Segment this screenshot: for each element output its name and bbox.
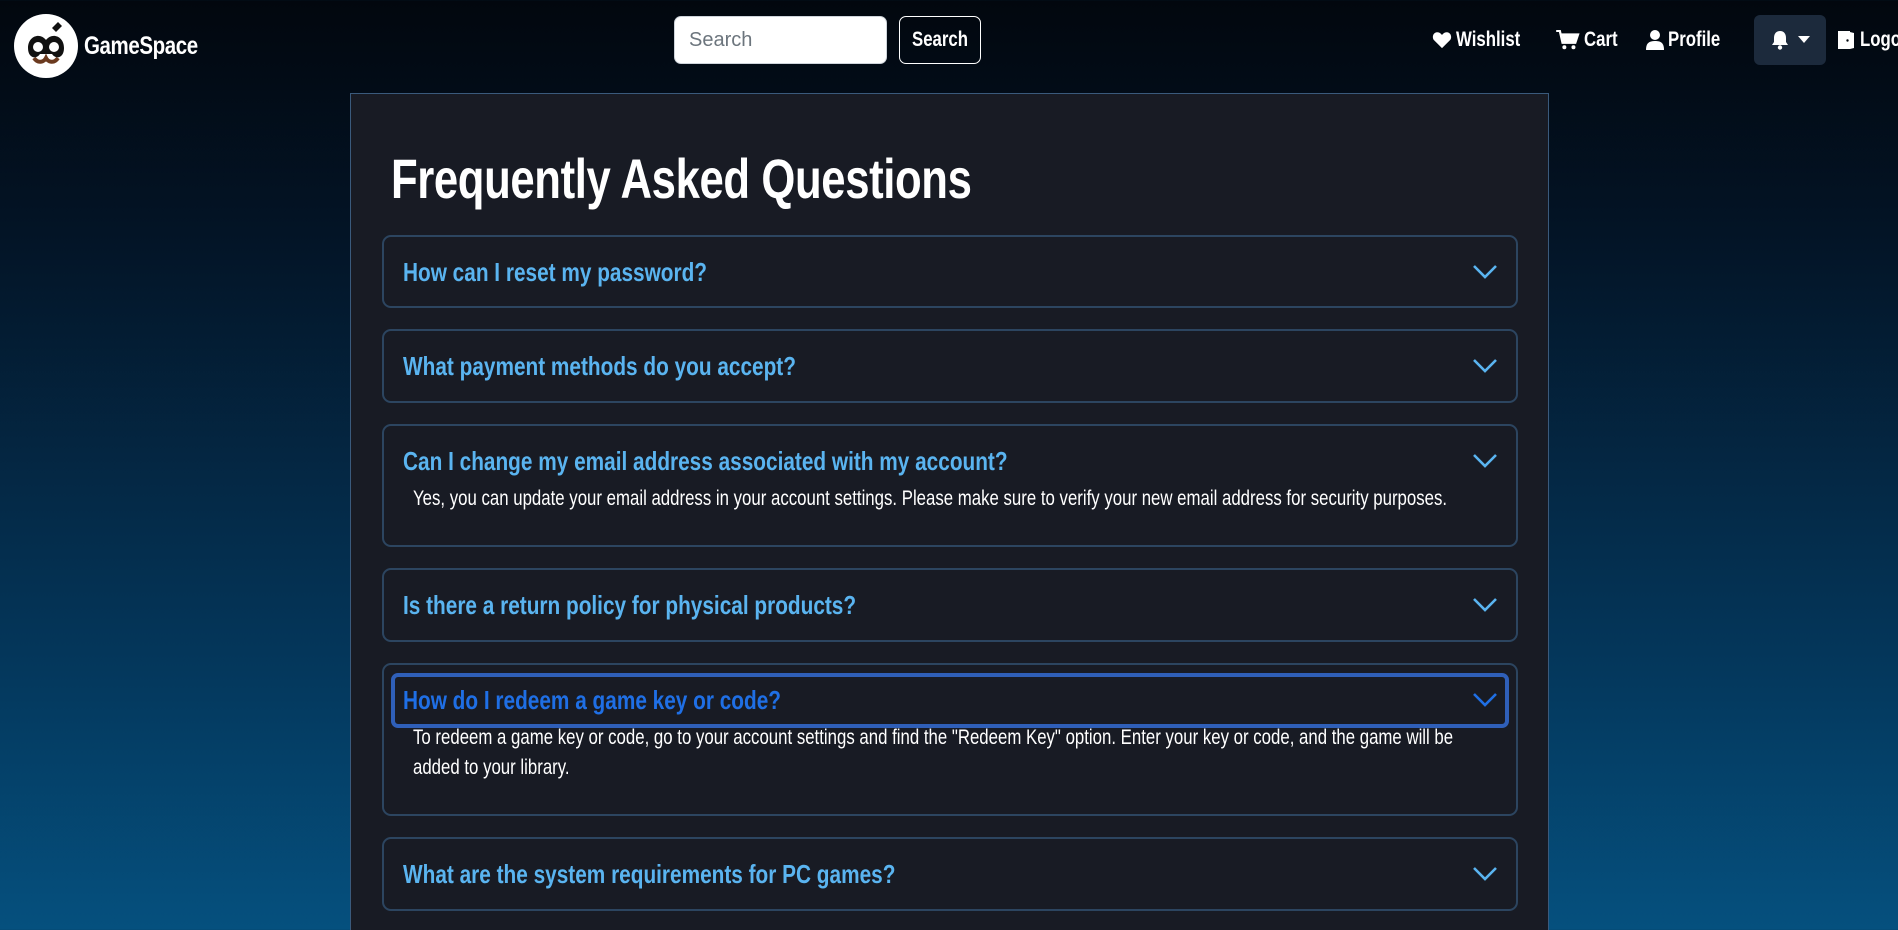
nav-logout[interactable]: Logout bbox=[1836, 28, 1898, 52]
faq-question-text: What payment methods do you accept? bbox=[403, 350, 796, 381]
faq-answer: Yes, you can update your email address i… bbox=[413, 487, 1448, 510]
nav-profile-label: Profile bbox=[1668, 28, 1721, 51]
nav-cart[interactable]: Cart bbox=[1556, 28, 1626, 52]
search-button-label: Search bbox=[911, 28, 969, 51]
logo-icon bbox=[14, 14, 78, 78]
brand-link[interactable]: GameSpace bbox=[14, 14, 223, 78]
chevron-down-icon bbox=[1472, 665, 1498, 735]
nav-logout-label: Logout bbox=[1859, 28, 1898, 51]
nav-wishlist[interactable]: Wishlist bbox=[1432, 28, 1536, 52]
faq-item: How do I redeem a game key or code? To r… bbox=[382, 663, 1518, 816]
chevron-down-icon bbox=[1472, 839, 1498, 909]
search-button[interactable]: Search bbox=[899, 16, 981, 64]
user-icon bbox=[1646, 30, 1665, 50]
nav-links: Wishlist Cart Profile Logout bbox=[1432, 15, 1898, 65]
chevron-down-icon bbox=[1472, 237, 1498, 307]
faq-question-text: Can I change my email address associated… bbox=[403, 445, 1008, 476]
faq-question-text: How can I reset my password? bbox=[403, 256, 708, 287]
faq-question-text: How do I redeem a game key or code? bbox=[403, 684, 781, 715]
faq-question-text: What are the system requirements for PC … bbox=[403, 858, 896, 889]
brand-name: GameSpace bbox=[84, 31, 198, 60]
nav-profile[interactable]: Profile bbox=[1646, 28, 1733, 52]
faq-item: How can I reset my password? bbox=[382, 235, 1518, 308]
logout-icon bbox=[1837, 31, 1854, 49]
bell-icon bbox=[1771, 31, 1788, 50]
faq-item: What payment methods do you accept? bbox=[382, 329, 1518, 403]
notifications-dropdown[interactable] bbox=[1753, 15, 1826, 65]
heart-icon bbox=[1432, 32, 1452, 49]
faq-question-button[interactable]: How can I reset my password? bbox=[403, 237, 1503, 307]
nav-cart-label: Cart bbox=[1584, 28, 1618, 51]
chevron-down-icon bbox=[1472, 570, 1498, 640]
faq-item: Is there a return policy for physical pr… bbox=[382, 568, 1518, 642]
faq-container: Frequently Asked Questions How can I res… bbox=[350, 93, 1549, 930]
cart-icon bbox=[1556, 30, 1580, 50]
faq-question-text: Is there a return policy for physical pr… bbox=[403, 589, 857, 620]
faq-question-button[interactable]: Is there a return policy for physical pr… bbox=[403, 570, 1503, 640]
faq-item: Can I change my email address associated… bbox=[382, 424, 1518, 547]
search-form: Search bbox=[674, 16, 981, 64]
faq-question-button[interactable]: What payment methods do you accept? bbox=[403, 331, 1503, 401]
page-title: Frequently Asked Questions bbox=[391, 147, 972, 210]
chevron-down-icon bbox=[1472, 331, 1498, 401]
search-input[interactable] bbox=[674, 16, 887, 64]
nav-wishlist-label: Wishlist bbox=[1456, 28, 1521, 51]
chevron-down-icon bbox=[1472, 426, 1498, 496]
faq-item: What are the system requirements for PC … bbox=[382, 837, 1518, 911]
faq-question-button[interactable]: What are the system requirements for PC … bbox=[403, 839, 1503, 909]
navbar: GameSpace Search Wishlist Cart Profile L… bbox=[0, 0, 1898, 84]
faq-answer: To redeem a game key or code, go to your… bbox=[413, 726, 1454, 779]
caret-down-icon bbox=[1797, 36, 1810, 43]
